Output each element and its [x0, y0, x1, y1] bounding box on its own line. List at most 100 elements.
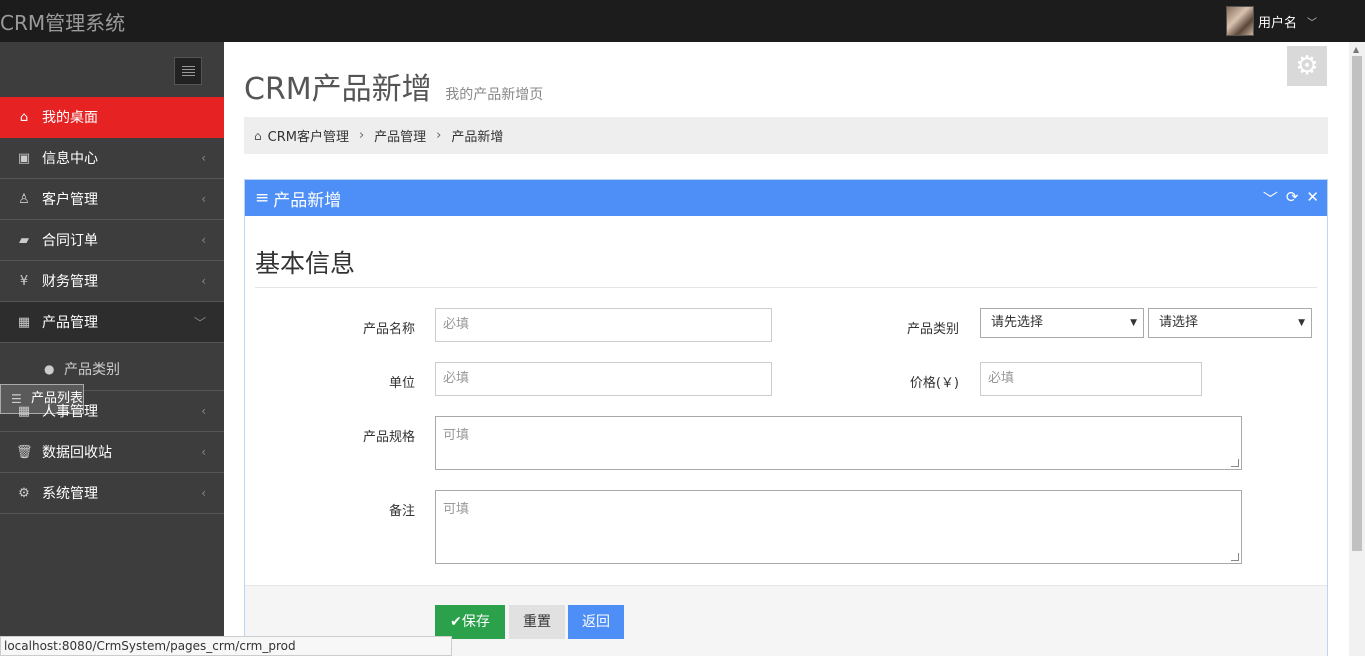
person-icon: ♙	[18, 191, 30, 207]
table-icon: ▦	[17, 314, 31, 330]
sidebar-item-label: 人事管理	[42, 404, 98, 420]
caret-down-icon: ▼	[1130, 318, 1137, 328]
chevron-down-icon[interactable]: ﹀	[1307, 14, 1317, 29]
sidebar-item-customers[interactable]: ♙ 客户管理 ‹	[0, 179, 224, 220]
sidebar-subitem-product-category[interactable]: ● 产品类别	[0, 353, 224, 384]
settings-gear-icon[interactable]: ⚙	[1287, 46, 1327, 86]
sidebar-item-label: 数据回收站	[42, 445, 112, 461]
trash-icon: 🗑	[16, 444, 33, 460]
sidebar-toggle-button[interactable]	[174, 57, 202, 85]
refresh-icon[interactable]: ⟳	[1286, 188, 1299, 209]
breadcrumb-item[interactable]: 产品管理	[374, 126, 426, 145]
sidebar-item-system[interactable]: ⚙ 系统管理 ‹	[0, 473, 224, 514]
spec-label: 产品规格	[362, 430, 415, 445]
home-icon: ⌂	[254, 128, 262, 143]
unit-label: 单位	[388, 376, 415, 391]
sidebar-item-label: 产品管理	[42, 315, 98, 331]
product-name-label: 产品名称	[362, 322, 415, 337]
caret-down-icon: ▼	[1298, 318, 1305, 328]
sidebar-item-info-center[interactable]: ▣ 信息中心 ‹	[0, 138, 224, 179]
breadcrumb: ⌂ CRM客户管理 › 产品管理 › 产品新增	[244, 117, 1328, 154]
sidebar-item-products[interactable]: ▦ 产品管理 ﹀	[0, 302, 224, 343]
avatar[interactable]	[1225, 6, 1254, 36]
book-icon: ▰	[19, 232, 29, 248]
sidebar-item-finance[interactable]: ¥ 财务管理 ‹	[0, 261, 224, 302]
sidebar-item-label: 系统管理	[42, 486, 98, 502]
sidebar-nav: ⌂ 我的桌面 ▣ 信息中心 ‹ ♙ 客户管理 ‹ ▰ 合同订单 ‹ ¥ 财务管理…	[0, 97, 224, 514]
chevron-left-icon: ‹	[201, 404, 206, 418]
sidebar-item-desktop[interactable]: ⌂ 我的桌面	[0, 97, 224, 138]
back-button[interactable]: 返回	[568, 605, 624, 639]
breadcrumb-item-current: 产品新增	[451, 130, 504, 145]
top-bar: CRM管理系统 用户名 ﹀	[0, 0, 1365, 42]
select-value: 请选择	[1159, 315, 1199, 330]
chevron-left-icon: ‹	[201, 151, 206, 165]
spec-placeholder: 可填	[443, 428, 470, 443]
panel-header: ≡ 产品新增 ﹀ ⟳ ✕	[245, 180, 1327, 216]
sidebar: ⌂ 我的桌面 ▣ 信息中心 ‹ ♙ 客户管理 ‹ ▰ 合同订单 ‹ ¥ 财务管理…	[0, 42, 224, 656]
list-icon: ≡	[255, 188, 270, 208]
sidebar-item-label: 合同订单	[42, 233, 98, 249]
breadcrumb-separator: ›	[436, 128, 442, 143]
price-input[interactable]: 必填	[980, 362, 1202, 396]
chevron-left-icon: ‹	[201, 486, 206, 500]
product-name-input[interactable]: 必填	[435, 308, 772, 342]
main-content: ⚙ CRM产品新增 我的产品新增页 ⌂ CRM客户管理 › 产品管理 › 产品新…	[224, 42, 1349, 656]
page-title: CRM产品新增 我的产品新增页	[244, 64, 543, 108]
sidebar-item-hr[interactable]: ▦ 人事管理 ‹	[0, 391, 224, 432]
product-category-select[interactable]: 请先选择 ▼	[980, 308, 1144, 338]
chevron-left-icon: ‹	[201, 445, 206, 459]
resize-handle[interactable]	[1231, 553, 1239, 561]
scrollbar-thumb[interactable]	[1352, 56, 1362, 551]
panel-title: 产品新增	[273, 190, 342, 211]
inbox-icon: ▣	[17, 150, 31, 166]
panel-tools: ﹀ ⟳ ✕	[1263, 188, 1319, 209]
breadcrumb-item[interactable]: CRM客户管理	[268, 126, 349, 145]
breadcrumb-separator: ›	[358, 128, 365, 143]
brand-title[interactable]: CRM管理系统	[0, 7, 125, 36]
check-icon: ✔	[450, 614, 462, 630]
divider	[255, 287, 1317, 288]
collapse-icon[interactable]: ﹀	[1263, 188, 1278, 209]
products-submenu: ● 产品类别 ☰ 产品列表	[0, 343, 224, 414]
remark-label: 备注	[388, 504, 415, 519]
resize-handle[interactable]	[1231, 459, 1239, 467]
yen-icon: ¥	[19, 273, 29, 289]
product-form-panel: ≡ 产品新增 ﹀ ⟳ ✕ 基本信息 产品名称 必填 产品类别 请先选择 ▼ 请选…	[244, 179, 1328, 656]
page-title-text: CRM产品新增	[244, 72, 432, 107]
remark-placeholder: 可填	[443, 502, 470, 517]
select-value: 请先选择	[991, 315, 1044, 330]
price-label: 价格(￥)	[909, 376, 959, 391]
page-subtitle: 我的产品新增页	[445, 87, 544, 103]
chevron-down-icon: ﹀	[193, 315, 206, 330]
sidebar-item-label: 客户管理	[42, 192, 98, 208]
scroll-up-icon[interactable]: ▲	[1353, 45, 1359, 54]
chevron-left-icon: ‹	[201, 192, 206, 206]
gear-icon: ⚙	[18, 485, 30, 501]
save-button[interactable]: ✔保存	[435, 605, 505, 639]
reset-button[interactable]: 重置	[509, 605, 565, 639]
sidebar-item-contracts[interactable]: ▰ 合同订单 ‹	[0, 220, 224, 261]
unit-input[interactable]: 必填	[435, 362, 772, 396]
save-label: 保存	[461, 614, 490, 630]
table-icon: ▦	[17, 403, 31, 419]
product-subcategory-select[interactable]: 请选择 ▼	[1148, 308, 1312, 338]
home-icon: ⌂	[19, 109, 29, 125]
circle-chevron-icon: ●	[44, 361, 55, 376]
sidebar-item-recycle-bin[interactable]: 🗑 数据回收站 ‹	[0, 432, 224, 473]
remark-textarea[interactable]: 可填	[435, 490, 1242, 564]
status-bar-url: localhost:8080/CrmSystem/pages_crm/crm_p…	[0, 636, 452, 656]
sidebar-item-label: 信息中心	[42, 151, 98, 167]
spec-textarea[interactable]: 可填	[435, 416, 1242, 470]
close-icon[interactable]: ✕	[1306, 188, 1319, 209]
product-category-label: 产品类别	[906, 322, 959, 337]
sidebar-subitem-label: 产品类别	[64, 361, 120, 378]
sidebar-item-label: 财务管理	[42, 274, 98, 290]
user-menu[interactable]: 用户名 ﹀	[1225, 5, 1317, 37]
user-name[interactable]: 用户名	[1258, 12, 1297, 31]
chevron-left-icon: ‹	[201, 274, 206, 288]
page-scrollbar[interactable]: ▲	[1349, 42, 1365, 656]
section-title: 基本信息	[255, 249, 356, 278]
chevron-left-icon: ‹	[201, 233, 206, 247]
sidebar-item-label: 我的桌面	[42, 110, 98, 126]
